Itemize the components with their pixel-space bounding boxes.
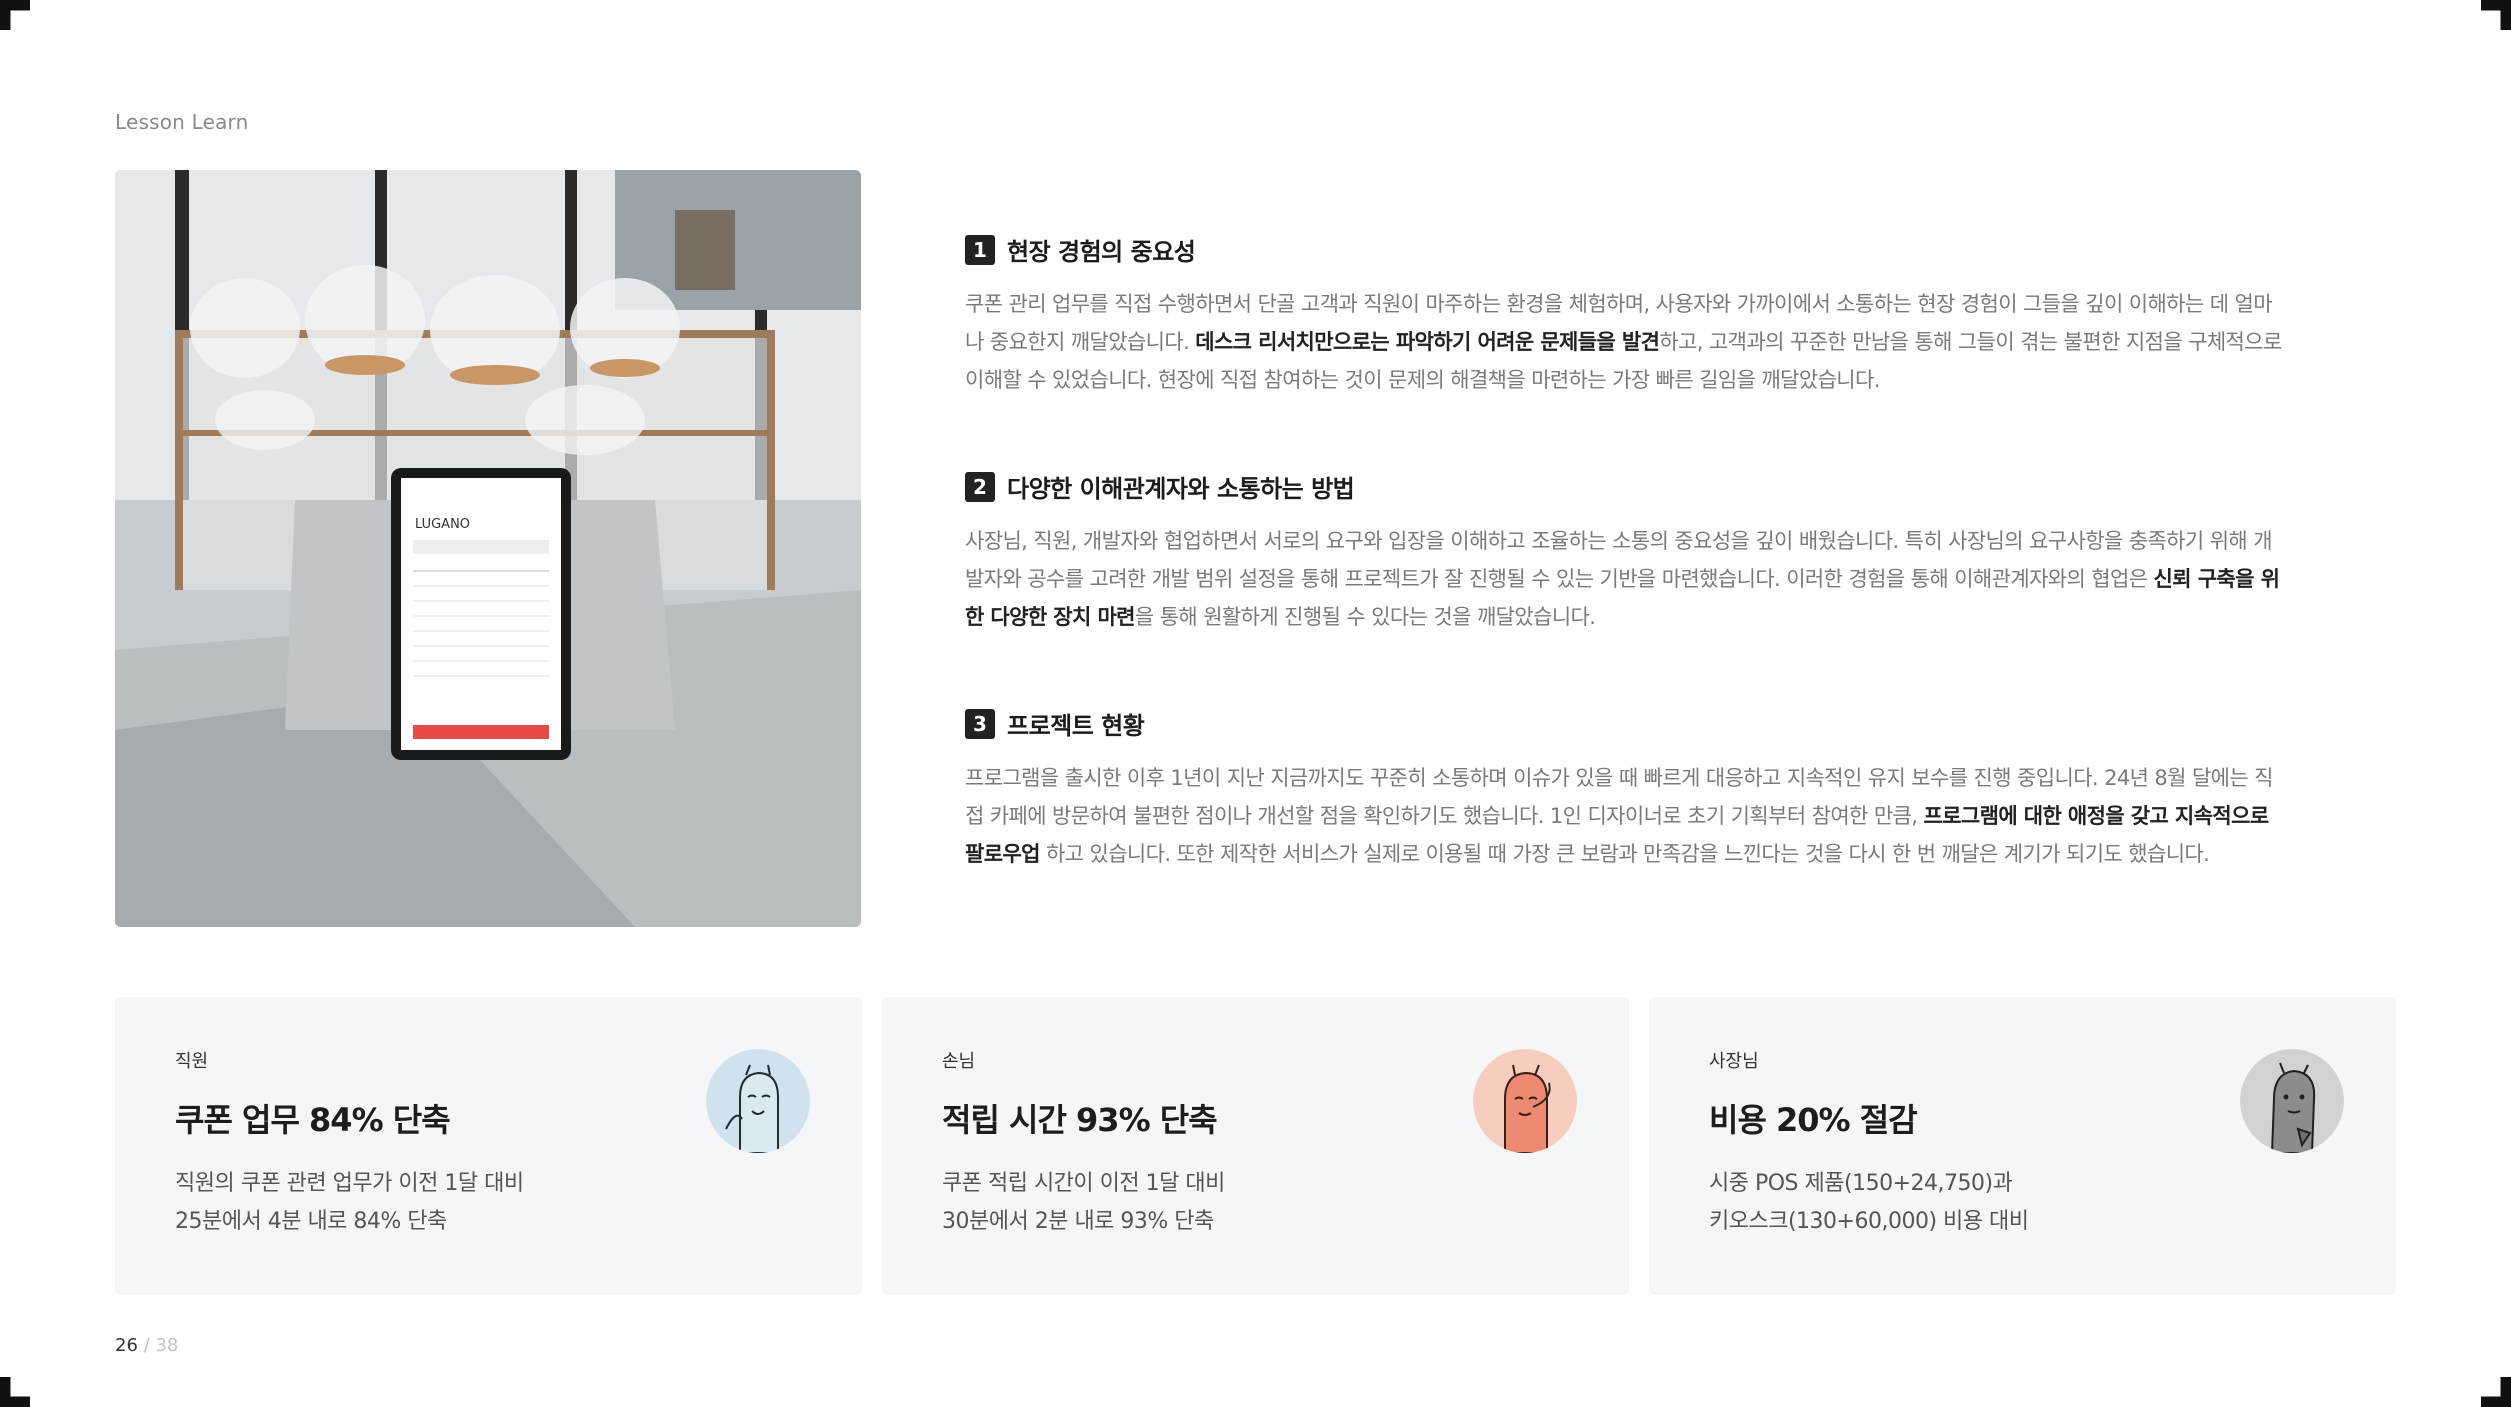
owner-character-icon: [2240, 1049, 2344, 1153]
point-body: 사장님, 직원, 개발자와 협업하면서 서로의 요구와 입장을 이해하고 조율하…: [965, 529, 2280, 629]
card-description: 쿠폰 적립 시간이 이전 1달 대비 30분에서 2분 내로 93% 단축: [942, 1171, 1225, 1234]
result-cards: 직원 쿠폰 업무 84% 단축 직원의 쿠폰 관련 업무가 이전 1달 대비 2…: [115, 997, 2396, 1295]
point-number-badge: 1: [965, 234, 995, 265]
result-card-owner: 사장님 비용 20% 절감 시중 POS 제품(150+24,750)과 키오스…: [1649, 997, 2396, 1295]
page-indicator: 26 / 38: [115, 1335, 178, 1356]
point-body: 쿠폰 관리 업무를 직접 수행하면서 단골 고객과 직원이 마주하는 환경을 체…: [965, 292, 2282, 392]
employee-character-icon: [706, 1049, 810, 1153]
lesson-points: 1 현장 경험의 중요성 쿠폰 관리 업무를 직접 수행하면서 단골 고객과 직…: [965, 232, 2285, 943]
corner-mark-top-right: [2481, 0, 2511, 30]
card-role: 손님: [942, 1051, 976, 1072]
point-number-badge: 3: [965, 708, 995, 739]
lesson-point-3: 3 프로젝트 현황 프로그램을 출시한 이후 1년이 지난 지금까지도 꾸준히 …: [965, 706, 2285, 873]
point-title: 현장 경험의 중요성: [1007, 238, 1196, 266]
point-highlight: 데스크 리서치만으로는 파악하기 어려운 문제들을 발견: [1195, 330, 1660, 354]
corner-mark-bottom-right: [2481, 1377, 2511, 1407]
page-total: 38: [155, 1335, 179, 1356]
card-role: 직원: [175, 1051, 209, 1072]
point-number-badge: 2: [965, 471, 995, 502]
card-role: 사장님: [1709, 1051, 1759, 1072]
cafe-tablet-photo: LUGANO: [115, 170, 861, 927]
card-description: 직원의 쿠폰 관련 업무가 이전 1달 대비 25분에서 4분 내로 84% 단…: [175, 1171, 524, 1234]
card-description: 시중 POS 제품(150+24,750)과 키오스크(130+60,000) …: [1709, 1171, 2029, 1234]
corner-mark-bottom-left: [0, 1377, 30, 1407]
corner-mark-top-left: [0, 0, 30, 30]
point-title: 다양한 이해관계자와 소통하는 방법: [1007, 475, 1355, 503]
point-title: 프로젝트 현황: [1007, 712, 1145, 740]
page-separator: /: [143, 1335, 150, 1356]
result-card-customer: 손님 적립 시간 93% 단축 쿠폰 적립 시간이 이전 1달 대비 30분에서…: [882, 997, 1629, 1295]
customer-character-icon: [1473, 1049, 1577, 1153]
tablet-brand-text: LUGANO: [415, 517, 470, 532]
point-body: 프로그램을 출시한 이후 1년이 지난 지금까지도 꾸준히 소통하며 이슈가 있…: [965, 766, 2274, 866]
page-current: 26: [115, 1335, 138, 1356]
section-label: Lesson Learn: [115, 110, 249, 134]
result-card-employee: 직원 쿠폰 업무 84% 단축 직원의 쿠폰 관련 업무가 이전 1달 대비 2…: [115, 997, 862, 1295]
lesson-point-1: 1 현장 경험의 중요성 쿠폰 관리 업무를 직접 수행하면서 단골 고객과 직…: [965, 232, 2285, 399]
lesson-point-2: 2 다양한 이해관계자와 소통하는 방법 사장님, 직원, 개발자와 협업하면서…: [965, 469, 2285, 636]
